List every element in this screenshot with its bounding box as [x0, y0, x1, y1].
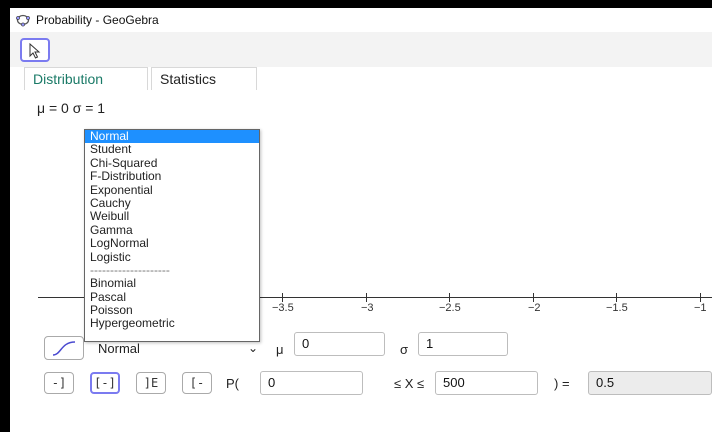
dropdown-item-pascal[interactable]: Pascal: [85, 290, 259, 304]
show-curve-button[interactable]: [44, 336, 84, 360]
distribution-select[interactable]: Normal ⌄: [94, 339, 264, 359]
axis-tick: [700, 293, 701, 302]
lower-bound-input[interactable]: 0: [260, 371, 363, 395]
axis-tick: [616, 293, 617, 302]
window-title: Probability - GeoGebra: [36, 13, 159, 27]
mu-label: μ: [276, 342, 284, 357]
axis-tick: [533, 293, 534, 302]
probability-close-label: ) =: [554, 376, 570, 391]
tab-distribution[interactable]: Distribution: [24, 67, 148, 90]
tab-statistics[interactable]: Statistics: [151, 67, 257, 90]
dropdown-item-lognormal[interactable]: LogNormal: [85, 236, 259, 250]
axis-tick: [449, 293, 450, 302]
dropdown-item-binomial[interactable]: Binomial: [85, 276, 259, 290]
axis-tick-label: −1: [694, 302, 707, 314]
sigma-label: σ: [400, 342, 409, 357]
distribution-dropdown-menu: Normal Student Chi-Squared F-Distributio…: [84, 129, 260, 342]
distribution-params-label: μ = 0 σ = 1: [37, 100, 106, 116]
between-label: ≤ X ≤: [394, 376, 425, 391]
app-window: Probability - GeoGebra Distribution Stat…: [10, 8, 712, 432]
sigma-input[interactable]: 1: [418, 332, 508, 356]
axis-tick: [366, 293, 367, 302]
dropdown-item-poisson[interactable]: Poisson: [85, 303, 259, 317]
axis-tick-label: −1.5: [606, 302, 628, 314]
probability-result: 0.5: [588, 371, 712, 395]
axis-tick-label: −3: [361, 302, 374, 314]
dropdown-separator: --------------------: [90, 262, 170, 277]
dropdown-item-f-distribution[interactable]: F-Distribution: [85, 169, 259, 183]
right-sided-button[interactable]: [-: [182, 372, 212, 394]
dropdown-item-normal[interactable]: Normal: [85, 129, 259, 144]
axis-tick-label: −2: [528, 302, 541, 314]
upper-bound-input[interactable]: 500: [435, 371, 538, 395]
distribution-curve-icon: [52, 341, 76, 356]
geogebra-app-icon: [16, 14, 30, 27]
axis-tick-label: −3.5: [272, 302, 294, 314]
dropdown-item-cauchy[interactable]: Cauchy: [85, 196, 259, 210]
chevron-down-icon: ⌄: [247, 341, 258, 355]
dropdown-item-chi-squared[interactable]: Chi-Squared: [85, 156, 259, 170]
interval-button[interactable]: [-]: [90, 372, 120, 394]
distribution-select-value: Normal: [98, 341, 140, 356]
left-sided-button[interactable]: -]: [44, 372, 74, 394]
probability-open-label: P(: [226, 376, 239, 391]
toolbar: [10, 32, 712, 68]
view-tabs: Distribution Statistics: [10, 67, 712, 91]
dropdown-item-exponential[interactable]: Exponential: [85, 183, 259, 197]
mu-input[interactable]: 0: [294, 332, 385, 356]
pointer-icon: [29, 43, 41, 59]
dropdown-item-student[interactable]: Student: [85, 142, 259, 156]
move-tool-button[interactable]: [20, 38, 50, 62]
dropdown-item-weibull[interactable]: Weibull: [85, 209, 259, 223]
dropdown-item-gamma[interactable]: Gamma: [85, 223, 259, 237]
dropdown-item-hypergeometric[interactable]: Hypergeometric: [85, 317, 259, 331]
two-tailed-button[interactable]: ]E: [136, 372, 166, 394]
dropdown-item-logistic[interactable]: Logistic: [85, 250, 259, 264]
axis-tick-label: −2.5: [439, 302, 461, 314]
axis-tick: [282, 293, 283, 302]
title-bar: Probability - GeoGebra: [10, 8, 712, 32]
